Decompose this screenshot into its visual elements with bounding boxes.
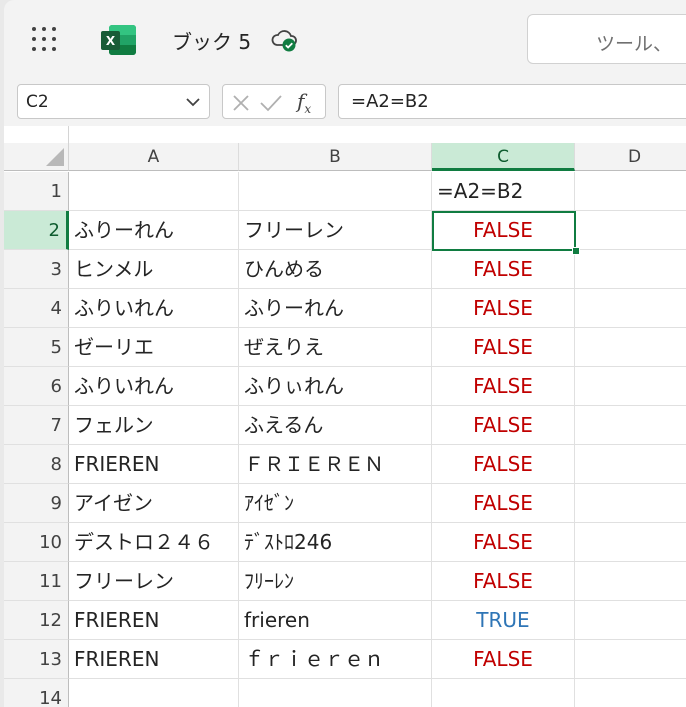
row-header-10[interactable]: 10 bbox=[4, 523, 69, 562]
column-header-d[interactable]: D bbox=[575, 143, 686, 171]
cell-b3[interactable]: ひんめる bbox=[239, 250, 432, 289]
row-header-13[interactable]: 13 bbox=[4, 640, 69, 679]
cell-b13[interactable]: ｆｒｉｅｒｅｎ bbox=[239, 640, 432, 679]
cell-a11[interactable]: フリーレン bbox=[69, 562, 239, 601]
cell-c11[interactable]: FALSE bbox=[432, 562, 575, 601]
insert-function-icon[interactable]: fx bbox=[297, 89, 311, 116]
spreadsheet-grid[interactable]: ABCD 1 =A2=B2 2 ふりーれん フリーレン FALSE 3 ヒンメル ひんめる FAL… bbox=[4, 126, 686, 707]
cell-c13[interactable]: FALSE bbox=[432, 640, 575, 679]
cell-a10[interactable]: デストロ２４６ bbox=[69, 523, 239, 562]
row-header-3[interactable]: 3 bbox=[4, 250, 69, 289]
cell-a13[interactable]: FRIEREN bbox=[69, 640, 239, 679]
cell-d14[interactable] bbox=[575, 679, 686, 707]
cell-c10[interactable]: FALSE bbox=[432, 523, 575, 562]
cell-a14[interactable] bbox=[69, 679, 239, 707]
cell-b5[interactable]: ぜえりえ bbox=[239, 328, 432, 367]
cell-c6[interactable]: FALSE bbox=[432, 367, 575, 406]
fill-handle[interactable] bbox=[572, 247, 580, 255]
cell-a8[interactable]: FRIEREN bbox=[69, 445, 239, 484]
cell-c12[interactable]: TRUE bbox=[432, 601, 575, 640]
cell-c7[interactable]: FALSE bbox=[432, 406, 575, 445]
cell-a7[interactable]: フェルン bbox=[69, 406, 239, 445]
search-placeholder: ツール、 bbox=[596, 33, 673, 55]
formula-actions: fx bbox=[222, 84, 326, 119]
select-all-button[interactable] bbox=[4, 143, 69, 171]
app-launcher-icon[interactable] bbox=[32, 27, 58, 53]
cell-d10[interactable] bbox=[575, 523, 686, 562]
cell-d11[interactable] bbox=[575, 562, 686, 601]
cell-a2[interactable]: ふりーれん bbox=[69, 211, 239, 250]
cell-b4[interactable]: ふりーれん bbox=[239, 289, 432, 328]
cell-b12[interactable]: frieren bbox=[239, 601, 432, 640]
cell-b11[interactable]: ﾌﾘｰﾚﾝ bbox=[239, 562, 432, 601]
cell-d3[interactable] bbox=[575, 250, 686, 289]
cell-a5[interactable]: ゼーリエ bbox=[69, 328, 239, 367]
cell-a9[interactable]: アイゼン bbox=[69, 484, 239, 523]
cell-c9[interactable]: FALSE bbox=[432, 484, 575, 523]
cell-d7[interactable] bbox=[575, 406, 686, 445]
cell-c5[interactable]: FALSE bbox=[432, 328, 575, 367]
formula-text: =A2=B2 bbox=[351, 91, 429, 112]
row-header-7[interactable]: 7 bbox=[4, 406, 69, 445]
column-header-b[interactable]: B bbox=[239, 143, 432, 171]
name-box-value: C2 bbox=[26, 92, 49, 112]
name-box[interactable]: C2 bbox=[17, 84, 210, 119]
search-box[interactable]: ツール、 bbox=[527, 14, 686, 64]
cell-a3[interactable]: ヒンメル bbox=[69, 250, 239, 289]
cell-d13[interactable] bbox=[575, 640, 686, 679]
cell-d8[interactable] bbox=[575, 445, 686, 484]
cell-c8[interactable]: FALSE bbox=[432, 445, 575, 484]
cell-a6[interactable]: ふりいれん bbox=[69, 367, 239, 406]
excel-logo-icon[interactable]: X bbox=[101, 25, 137, 56]
cell-d9[interactable] bbox=[575, 484, 686, 523]
row-header-11[interactable]: 11 bbox=[4, 562, 69, 601]
row-header-8[interactable]: 8 bbox=[4, 445, 69, 484]
cell-b7[interactable]: ふえるん bbox=[239, 406, 432, 445]
row-header-4[interactable]: 4 bbox=[4, 289, 69, 328]
cell-c2[interactable]: FALSE bbox=[432, 211, 575, 250]
cancel-icon[interactable] bbox=[231, 93, 251, 113]
column-header-a[interactable]: A bbox=[69, 143, 239, 171]
row-header-1[interactable]: 1 bbox=[4, 172, 69, 211]
cell-b10[interactable]: ﾃﾞｽﾄﾛ246 bbox=[239, 523, 432, 562]
cell-a4[interactable]: ふりいれん bbox=[69, 289, 239, 328]
cell-a1[interactable] bbox=[69, 172, 239, 211]
cell-b2[interactable]: フリーレン bbox=[239, 211, 432, 250]
cell-d6[interactable] bbox=[575, 367, 686, 406]
cell-d12[interactable] bbox=[575, 601, 686, 640]
cell-b9[interactable]: ｱｲｾﾞﾝ bbox=[239, 484, 432, 523]
row-header-2[interactable]: 2 bbox=[4, 211, 69, 250]
row-header-12[interactable]: 12 bbox=[4, 601, 69, 640]
cell-c3[interactable]: FALSE bbox=[432, 250, 575, 289]
header-divider bbox=[68, 126, 69, 143]
row-header-6[interactable]: 6 bbox=[4, 367, 69, 406]
row-header-5[interactable]: 5 bbox=[4, 328, 69, 367]
chevron-down-icon[interactable] bbox=[185, 94, 201, 110]
cell-b1[interactable] bbox=[239, 172, 432, 211]
document-title[interactable]: ブック 5 bbox=[172, 26, 251, 55]
cell-d2[interactable] bbox=[575, 211, 686, 250]
cell-d5[interactable] bbox=[575, 328, 686, 367]
cell-c14[interactable] bbox=[432, 679, 575, 707]
formula-input[interactable]: =A2=B2 bbox=[338, 84, 686, 119]
cloud-saved-icon[interactable] bbox=[270, 28, 300, 54]
column-header-c[interactable]: C bbox=[432, 143, 575, 171]
cell-b8[interactable]: ＦＲＩＥＲＥＮ bbox=[239, 445, 432, 484]
cell-d1[interactable] bbox=[575, 172, 686, 211]
row-header-9[interactable]: 9 bbox=[4, 484, 69, 523]
cell-d4[interactable] bbox=[575, 289, 686, 328]
cell-b6[interactable]: ふりぃれん bbox=[239, 367, 432, 406]
cell-b14[interactable] bbox=[239, 679, 432, 707]
row-header-14[interactable]: 14 bbox=[4, 679, 69, 707]
cell-c1[interactable]: =A2=B2 bbox=[432, 172, 575, 211]
check-icon[interactable] bbox=[259, 93, 283, 113]
cell-c4[interactable]: FALSE bbox=[432, 289, 575, 328]
cell-a12[interactable]: FRIEREN bbox=[69, 601, 239, 640]
excel-window: X ブック 5 ツール、 C2 fx =A2=B2 ABCD 1 =A2=B2 2 ふ… bbox=[4, 0, 686, 707]
